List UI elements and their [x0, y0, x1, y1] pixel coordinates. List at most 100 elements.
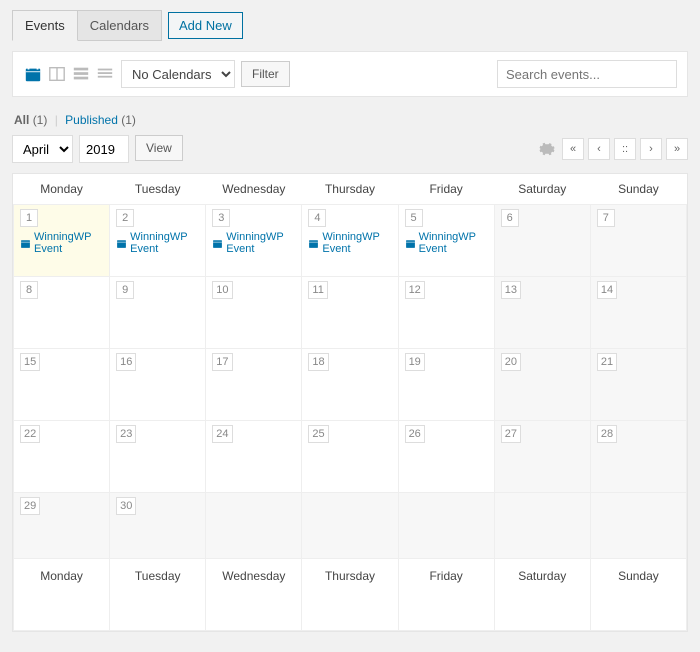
month-select[interactable]: April	[12, 135, 73, 163]
status-all-label[interactable]: All	[14, 113, 29, 127]
calendar-cell[interactable]: 6	[494, 205, 590, 277]
calendar-event[interactable]: WinningWP Event	[405, 231, 490, 255]
calendar-cell[interactable]: 17	[206, 349, 302, 421]
calendar-cell[interactable]: 18	[302, 349, 398, 421]
calendar-cell[interactable]: 1 WinningWP Event	[14, 205, 110, 277]
day-number: 21	[597, 353, 617, 371]
day-number: 25	[308, 425, 328, 443]
calendar-cell[interactable]	[206, 493, 302, 559]
calendar-cell[interactable]: 23	[110, 421, 206, 493]
nav-next-button[interactable]: ›	[640, 138, 662, 160]
tab-calendars[interactable]: Calendars	[78, 10, 162, 41]
day-number: 28	[597, 425, 617, 443]
calendar-cell[interactable]: 28	[590, 421, 686, 493]
calendar-cell[interactable]: 19	[398, 349, 494, 421]
status-all-count: (1)	[33, 113, 48, 127]
event-label: WinningWP Event	[419, 231, 490, 255]
calendar-cell[interactable]: 26	[398, 421, 494, 493]
nav-first-button[interactable]: «	[562, 138, 584, 160]
calendar-cell[interactable]	[590, 493, 686, 559]
day-number: 16	[116, 353, 136, 371]
calendar-cell[interactable]: 8	[14, 277, 110, 349]
calendar-select[interactable]: No Calendars	[121, 60, 235, 88]
day-number: 10	[212, 281, 232, 299]
status-links: All (1) | Published (1)	[14, 113, 688, 127]
tab-events[interactable]: Events	[12, 10, 78, 41]
calendar-cell[interactable]: 15	[14, 349, 110, 421]
calendar-event[interactable]: WinningWP Event	[212, 231, 297, 255]
day-number: 27	[501, 425, 521, 443]
day-footer: Wednesday	[206, 559, 302, 631]
calendar-cell[interactable]: 13	[494, 277, 590, 349]
day-number: 9	[116, 281, 134, 299]
calendar-cell[interactable]: 12	[398, 277, 494, 349]
view-button[interactable]: View	[135, 135, 183, 161]
day-footer: Saturday	[494, 559, 590, 631]
compact-list-icon[interactable]	[95, 65, 115, 83]
day-number: 1	[20, 209, 38, 227]
status-published-link[interactable]: Published	[65, 113, 118, 127]
calendar-cell[interactable]: 16	[110, 349, 206, 421]
add-new-button[interactable]: Add New	[168, 12, 243, 39]
nav-today-button[interactable]: ::	[614, 138, 636, 160]
day-number: 2	[116, 209, 134, 227]
day-number: 11	[308, 281, 327, 299]
calendar-cell[interactable]: 4WinningWP Event	[302, 205, 398, 277]
calendar-cell[interactable]: 30	[110, 493, 206, 559]
nav-prev-button[interactable]: ‹	[588, 138, 610, 160]
calendar-event[interactable]: WinningWP Event	[308, 231, 393, 255]
day-number: 15	[20, 353, 40, 371]
day-header: Sunday	[590, 174, 686, 205]
day-number: 29	[20, 497, 40, 515]
calendar-cell[interactable]: 27	[494, 421, 590, 493]
calendar-cell[interactable]: 21	[590, 349, 686, 421]
day-number: 18	[308, 353, 328, 371]
list-view-icon[interactable]	[71, 65, 91, 83]
day-header: Friday	[398, 174, 494, 205]
nav-last-button[interactable]: »	[666, 138, 688, 160]
day-footer: Sunday	[590, 559, 686, 631]
calendar-event[interactable]: WinningWP Event	[20, 231, 105, 255]
gear-icon[interactable]	[536, 138, 558, 160]
search-input[interactable]	[497, 60, 677, 88]
day-number: 8	[20, 281, 38, 299]
calendar-cell[interactable]: 24	[206, 421, 302, 493]
day-number: 14	[597, 281, 617, 299]
calendar-cell[interactable]: 29	[14, 493, 110, 559]
toolbar: No Calendars Filter	[12, 51, 688, 97]
calendar-cell[interactable]: 2 WinningWP Event	[110, 205, 206, 277]
calendar-cell[interactable]: 9	[110, 277, 206, 349]
calendar-cell[interactable]: 20	[494, 349, 590, 421]
calendar-cell[interactable]: 10	[206, 277, 302, 349]
calendar-cell[interactable]: 5WinningWP Event	[398, 205, 494, 277]
day-header: Monday	[14, 174, 110, 205]
month-view-icon[interactable]	[23, 65, 43, 83]
calendar-event[interactable]: WinningWP Event	[116, 231, 201, 255]
event-label: WinningWP Event	[130, 231, 201, 255]
day-number: 20	[501, 353, 521, 371]
event-label: WinningWP Event	[34, 231, 105, 255]
day-footer: Friday	[398, 559, 494, 631]
filter-button[interactable]: Filter	[241, 61, 290, 87]
calendar-cell[interactable]: 7	[590, 205, 686, 277]
event-label: WinningWP Event	[322, 231, 393, 255]
calendar-cell[interactable]: 14	[590, 277, 686, 349]
calendar-cell[interactable]	[302, 493, 398, 559]
day-number: 13	[501, 281, 521, 299]
calendar-cell[interactable]	[398, 493, 494, 559]
day-number: 24	[212, 425, 232, 443]
day-number: 6	[501, 209, 519, 227]
day-footer: Monday	[14, 559, 110, 631]
view-mode-icons	[23, 65, 115, 83]
calendar-cell[interactable]: 3 WinningWP Event	[206, 205, 302, 277]
day-number: 30	[116, 497, 136, 515]
day-number: 3	[212, 209, 230, 227]
day-header: Wednesday	[206, 174, 302, 205]
year-input[interactable]	[79, 135, 129, 163]
calendar-cell[interactable]: 22	[14, 421, 110, 493]
calendar-cell[interactable]: 25	[302, 421, 398, 493]
calendar-cell[interactable]	[494, 493, 590, 559]
week-view-icon[interactable]	[47, 65, 67, 83]
page-tabs: Events Calendars Add New	[12, 10, 688, 41]
calendar-cell[interactable]: 11	[302, 277, 398, 349]
